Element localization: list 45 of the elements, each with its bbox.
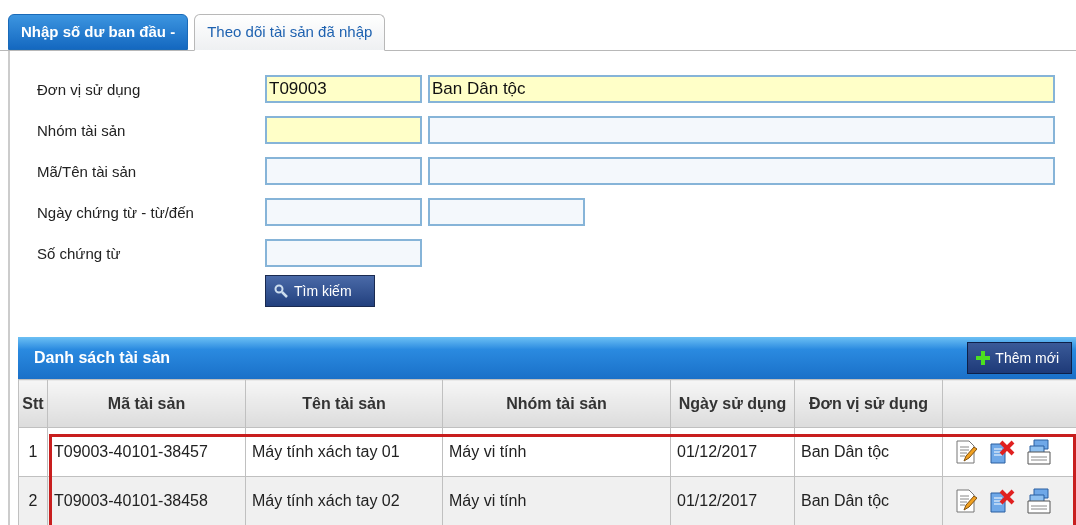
input-field[interactable] (428, 157, 1055, 185)
table-cell: 1 (18, 427, 48, 477)
copy-icon[interactable] (1027, 439, 1053, 465)
table-cell: Máy vi tính (442, 427, 671, 477)
field-label: Số chứng từ (37, 244, 122, 262)
field-label: Mã/Tên tài sản (37, 162, 138, 180)
column-header: Stt (18, 379, 48, 428)
column-header: Mã tài sản (47, 379, 246, 428)
table-cell: 01/12/2017 (670, 427, 795, 477)
table-cell: Ban Dân tộc (794, 427, 943, 477)
search-icon (274, 284, 288, 298)
column-header: Ngày sử dụng (670, 379, 795, 428)
edit-icon[interactable] (955, 489, 977, 513)
input-field[interactable] (265, 157, 422, 185)
tab[interactable]: Nhập số dư ban đầu - (8, 14, 189, 50)
table-cell: 01/12/2017 (670, 476, 795, 525)
input-field[interactable]: T09003 (265, 75, 422, 103)
column-header: Tên tài sản (245, 379, 443, 428)
field-label: Đơn vị sử dụng (37, 80, 142, 98)
add-button[interactable]: Thêm mới (967, 342, 1072, 374)
table-cell: Ban Dân tộc (794, 476, 943, 525)
table-cell: T09003-40101-38457 (47, 427, 246, 477)
table-cell: Máy tính xách tay 01 (245, 427, 443, 477)
input-field[interactable] (428, 198, 585, 226)
field-label: Ngày chứng từ - từ/đến (37, 203, 195, 221)
input-field[interactable] (428, 116, 1055, 144)
tab[interactable]: Theo dõi tài sản đã nhập (194, 14, 386, 51)
edit-icon[interactable] (955, 440, 977, 464)
input-field[interactable] (265, 116, 422, 144)
field-label: Nhóm tài sản (37, 121, 127, 139)
input-field[interactable] (265, 239, 422, 267)
table-cell: Máy tính xách tay 02 (245, 476, 443, 525)
input-field[interactable]: Ban Dân tộc (428, 75, 1055, 103)
input-field[interactable] (265, 198, 422, 226)
column-header: Nhóm tài sản (442, 379, 671, 428)
table-cell: 2 (18, 476, 48, 525)
table-cell: T09003-40101-38458 (47, 476, 246, 525)
table-cell: Máy vi tính (442, 476, 671, 525)
copy-icon[interactable] (1027, 488, 1053, 514)
search-button[interactable]: Tìm kiếm (265, 275, 375, 307)
table-title: Danh sách tài sản (34, 349, 171, 367)
delete-icon[interactable] (989, 489, 1015, 513)
plus-icon (976, 351, 991, 365)
delete-icon[interactable] (989, 440, 1015, 464)
column-header: Đơn vị sử dụng (794, 379, 943, 428)
